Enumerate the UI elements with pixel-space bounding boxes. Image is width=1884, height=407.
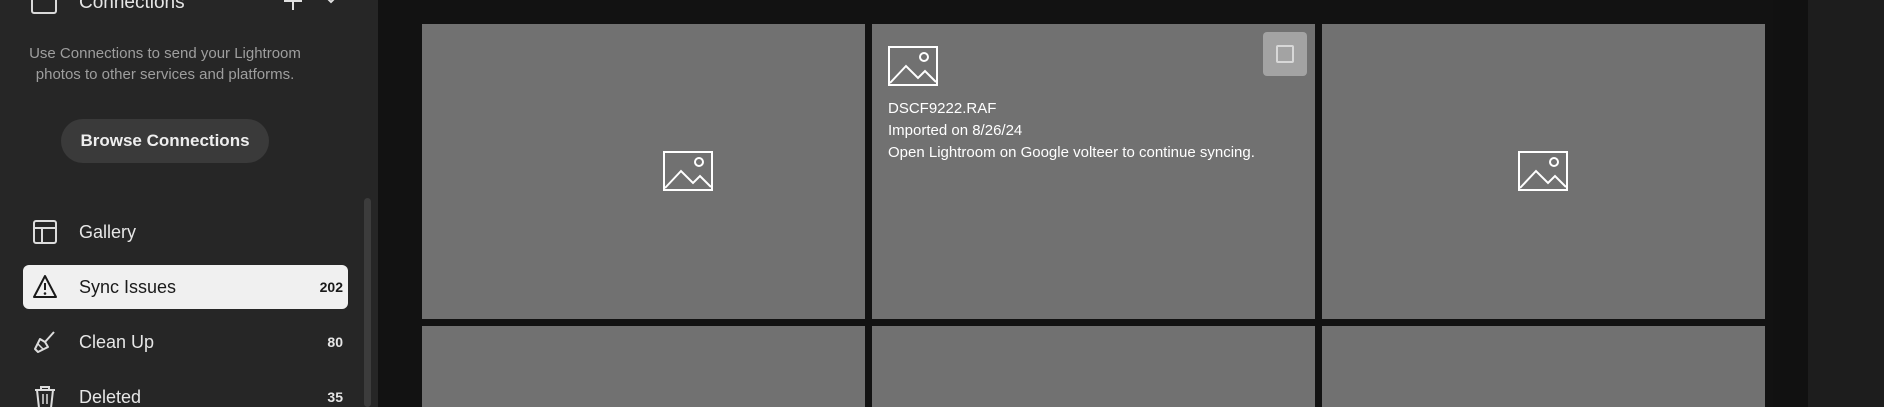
sidebar-item-gallery[interactable]: Gallery bbox=[23, 210, 348, 254]
sidebar-item-label: Deleted bbox=[79, 387, 142, 407]
image-placeholder-icon bbox=[888, 46, 938, 86]
trash-icon bbox=[35, 386, 55, 407]
sidebar-item-sync-issues[interactable]: Sync Issues 202 bbox=[23, 265, 348, 309]
chevron-down-icon[interactable] bbox=[322, 0, 340, 8]
sidebar-item-count: 202 bbox=[319, 279, 343, 295]
image-placeholder-icon bbox=[1518, 151, 1568, 191]
photo-tile[interactable] bbox=[1322, 326, 1765, 407]
broom-icon bbox=[34, 331, 55, 353]
gallery-icon bbox=[33, 220, 57, 244]
sidebar-item-count: 80 bbox=[327, 334, 343, 350]
photo-filename: DSCF9222.RAF bbox=[888, 100, 997, 117]
sidebar-scrollbar[interactable] bbox=[364, 198, 371, 407]
sidebar-item-clean-up[interactable]: Clean Up 80 bbox=[23, 320, 348, 364]
browse-connections-button[interactable]: Browse Connections bbox=[61, 119, 269, 163]
select-checkbox[interactable] bbox=[1263, 32, 1307, 76]
photo-import-date: Imported on 8/26/24 bbox=[888, 122, 1023, 139]
add-connection-icon[interactable] bbox=[282, 0, 304, 12]
warning-icon bbox=[33, 275, 57, 298]
connections-title: Connections bbox=[79, 0, 185, 13]
connections-description: Use Connections to send your Lightroom p… bbox=[29, 45, 301, 83]
photo-tile[interactable] bbox=[422, 326, 865, 407]
photo-tile-selected[interactable]: DSCF9222.RAF Imported on 8/26/24 Open Li… bbox=[872, 24, 1315, 319]
sync-issue-message: Open Lightroom on Google volteer to cont… bbox=[888, 144, 1255, 161]
grid-right-gutter bbox=[1773, 0, 1808, 407]
photo-tile[interactable] bbox=[1322, 24, 1765, 319]
right-panel bbox=[1808, 0, 1884, 407]
photo-tile[interactable] bbox=[872, 326, 1315, 407]
photo-grid: DSCF9222.RAF Imported on 8/26/24 Open Li… bbox=[378, 0, 1773, 407]
photo-tile[interactable] bbox=[422, 24, 865, 319]
sidebar-item-label: Sync Issues bbox=[79, 277, 177, 297]
sidebar-item-label: Gallery bbox=[79, 222, 137, 242]
connections-header: Connections bbox=[0, 0, 378, 24]
sidebar: Connections Use Connections to send your… bbox=[0, 0, 378, 407]
image-placeholder-icon bbox=[663, 151, 713, 191]
sidebar-item-count: 35 bbox=[327, 389, 343, 405]
sidebar-item-label: Clean Up bbox=[79, 332, 155, 352]
sidebar-item-deleted[interactable]: Deleted 35 bbox=[23, 375, 348, 407]
connections-icon bbox=[31, 0, 57, 14]
